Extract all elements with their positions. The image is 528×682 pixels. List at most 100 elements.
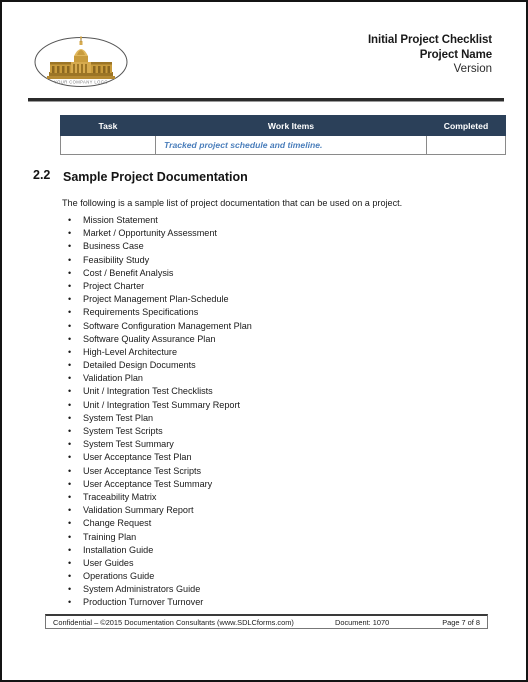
list-item-label: Unit / Integration Test Checklists [83,386,213,397]
list-item: • Feasibility Study [64,254,484,267]
list-item-label: Training Plan [83,531,137,542]
list-item: • Detailed Design Documents [64,359,484,372]
bullet-icon: • [68,215,72,225]
list-item: • System Test Summary [64,438,484,451]
list-item: • Requirements Specifications [64,306,484,319]
list-item: • High-Level Architecture [64,346,484,359]
list-item-label: Project Charter [83,280,145,291]
bullet-icon: • [68,426,72,436]
document-page: YOUR COMPANY LOGO Initial Project Checkl… [0,0,528,682]
list-item: • Change Request [64,517,484,530]
list-item-label: System Test Scripts [83,426,163,436]
bullet-icon: • [68,478,72,489]
list-item: • System Administrators Guide [64,583,484,596]
list-item: • Project Charter [64,280,484,293]
table-row: Tracked project schedule and timeline. [60,135,506,155]
list-item: • Software Quality Assurance Plan [64,333,484,346]
cell-completed[interactable] [426,135,506,155]
bullet-icon: • [68,557,72,568]
project-documentation-list: • Mission Statement • Market / Opportunity … [64,214,484,610]
bullet-icon: • [68,544,72,555]
table-column-header-work-items: Work Items [155,115,427,136]
capitol-building-logo-icon: YOUR COMPANY LOGO [34,36,128,87]
bullet-icon: • [68,531,72,542]
list-item: • System Test Plan [64,412,484,425]
list-item-label: Validation Plan [83,373,143,384]
header-title-line2: Project Name [419,48,492,61]
section-number: 2.2 [33,168,51,182]
cell-task[interactable] [60,135,156,155]
bullet-icon: • [68,320,72,331]
list-item-label: Requirements Specifications [83,307,199,318]
list-item: • Training Plan [64,531,484,544]
list-item: • Mission Statement [64,214,484,227]
list-item-label: Cost / Benefit Analysis [83,267,174,278]
list-item: • Cost / Benefit Analysis [64,267,484,280]
list-item-label: System Test Plan [83,412,154,423]
bullet-icon: • [68,597,72,608]
list-item-label: User Acceptance Test Plan [83,452,192,463]
header-title-block: Initial Project Checklist Project Name V… [368,33,492,77]
list-item-label: Traceability Matrix [83,491,157,502]
bullet-icon: • [68,360,72,371]
bullet-icon: • [68,294,72,305]
bullet-icon: • [68,228,72,239]
section-heading: 2.2 Sample Project Documentation [33,168,483,186]
task-work-items-table: Task Work Items Completed Tracked projec… [60,115,506,155]
list-item: • User Guides [64,557,484,570]
list-item: • User Acceptance Test Plan [64,451,484,464]
list-item: • Production Turnover Turnover [64,596,484,609]
table-column-header-task: Task [60,115,156,136]
table-column-header-completed: Completed [426,115,506,136]
document-footer: Confidential – ©2015 Documentation Consu… [45,614,488,629]
list-item-label: Change Request [83,518,152,529]
list-item-label: Validation Summary Report [83,505,194,516]
list-item-label: Production Turnover Turnover [83,597,204,608]
list-item-label: Mission Statement [83,215,158,225]
bullet-icon: • [68,465,72,476]
list-item: • Market / Opportunity Assessment [64,227,484,240]
logo-caption: YOUR COMPANY LOGO [54,80,108,85]
list-item-label: User Acceptance Test Summary [83,478,213,489]
bullet-icon: • [68,584,72,595]
list-item: • Project Management Plan-Schedule [64,293,484,306]
header-title-line3: Version [453,63,492,76]
header-title-line1: Initial Project Checklist [367,34,492,46]
bullet-icon: • [68,505,72,516]
list-item-label: Detailed Design Documents [83,360,196,371]
bullet-icon: • [68,254,72,265]
company-logo: YOUR COMPANY LOGO [33,36,129,88]
header-divider-rule [28,98,504,102]
document-header: YOUR COMPANY LOGO Initial Project Checkl… [2,2,526,98]
section-title: Sample Project Documentation [63,170,248,184]
list-item-label: Software Configuration Management Plan [83,320,252,331]
list-item: • Unit / Integration Test Checklists [64,385,484,398]
list-item: • Business Case [64,240,484,253]
footer-confidential-text: Confidential – ©2015 Documentation Consu… [53,618,294,627]
list-item-label: Business Case [83,241,144,252]
list-item-label: User Acceptance Test Scripts [83,465,202,476]
bullet-icon: • [68,333,72,344]
list-item-label: Project Management Plan-Schedule [83,294,229,305]
list-item-label: Feasibility Study [83,254,150,265]
list-item: • System Test Scripts [64,425,484,438]
bullet-icon: • [68,241,72,252]
cell-work-items[interactable]: Tracked project schedule and timeline. [155,135,427,155]
list-item: • Installation Guide [64,544,484,557]
footer-document-number: Document: 1070 [335,618,390,627]
section-intro-paragraph: The following is a sample list of projec… [62,198,403,208]
bullet-icon: • [68,280,72,291]
list-item-label: High-Level Architecture [83,346,178,357]
list-item-label: Operations Guide [83,571,155,582]
bullet-icon: • [68,571,72,582]
bullet-icon: • [68,386,72,397]
list-item: • Software Configuration Management Plan [64,320,484,333]
bullet-icon: • [68,452,72,463]
list-item: • Validation Summary Report [64,504,484,517]
list-item-label: Installation Guide [83,544,154,555]
table-header-row: Task Work Items Completed [60,115,506,136]
bullet-icon: • [68,491,72,502]
bullet-icon: • [68,346,72,357]
bullet-icon: • [68,399,72,410]
bullet-icon: • [68,307,72,318]
